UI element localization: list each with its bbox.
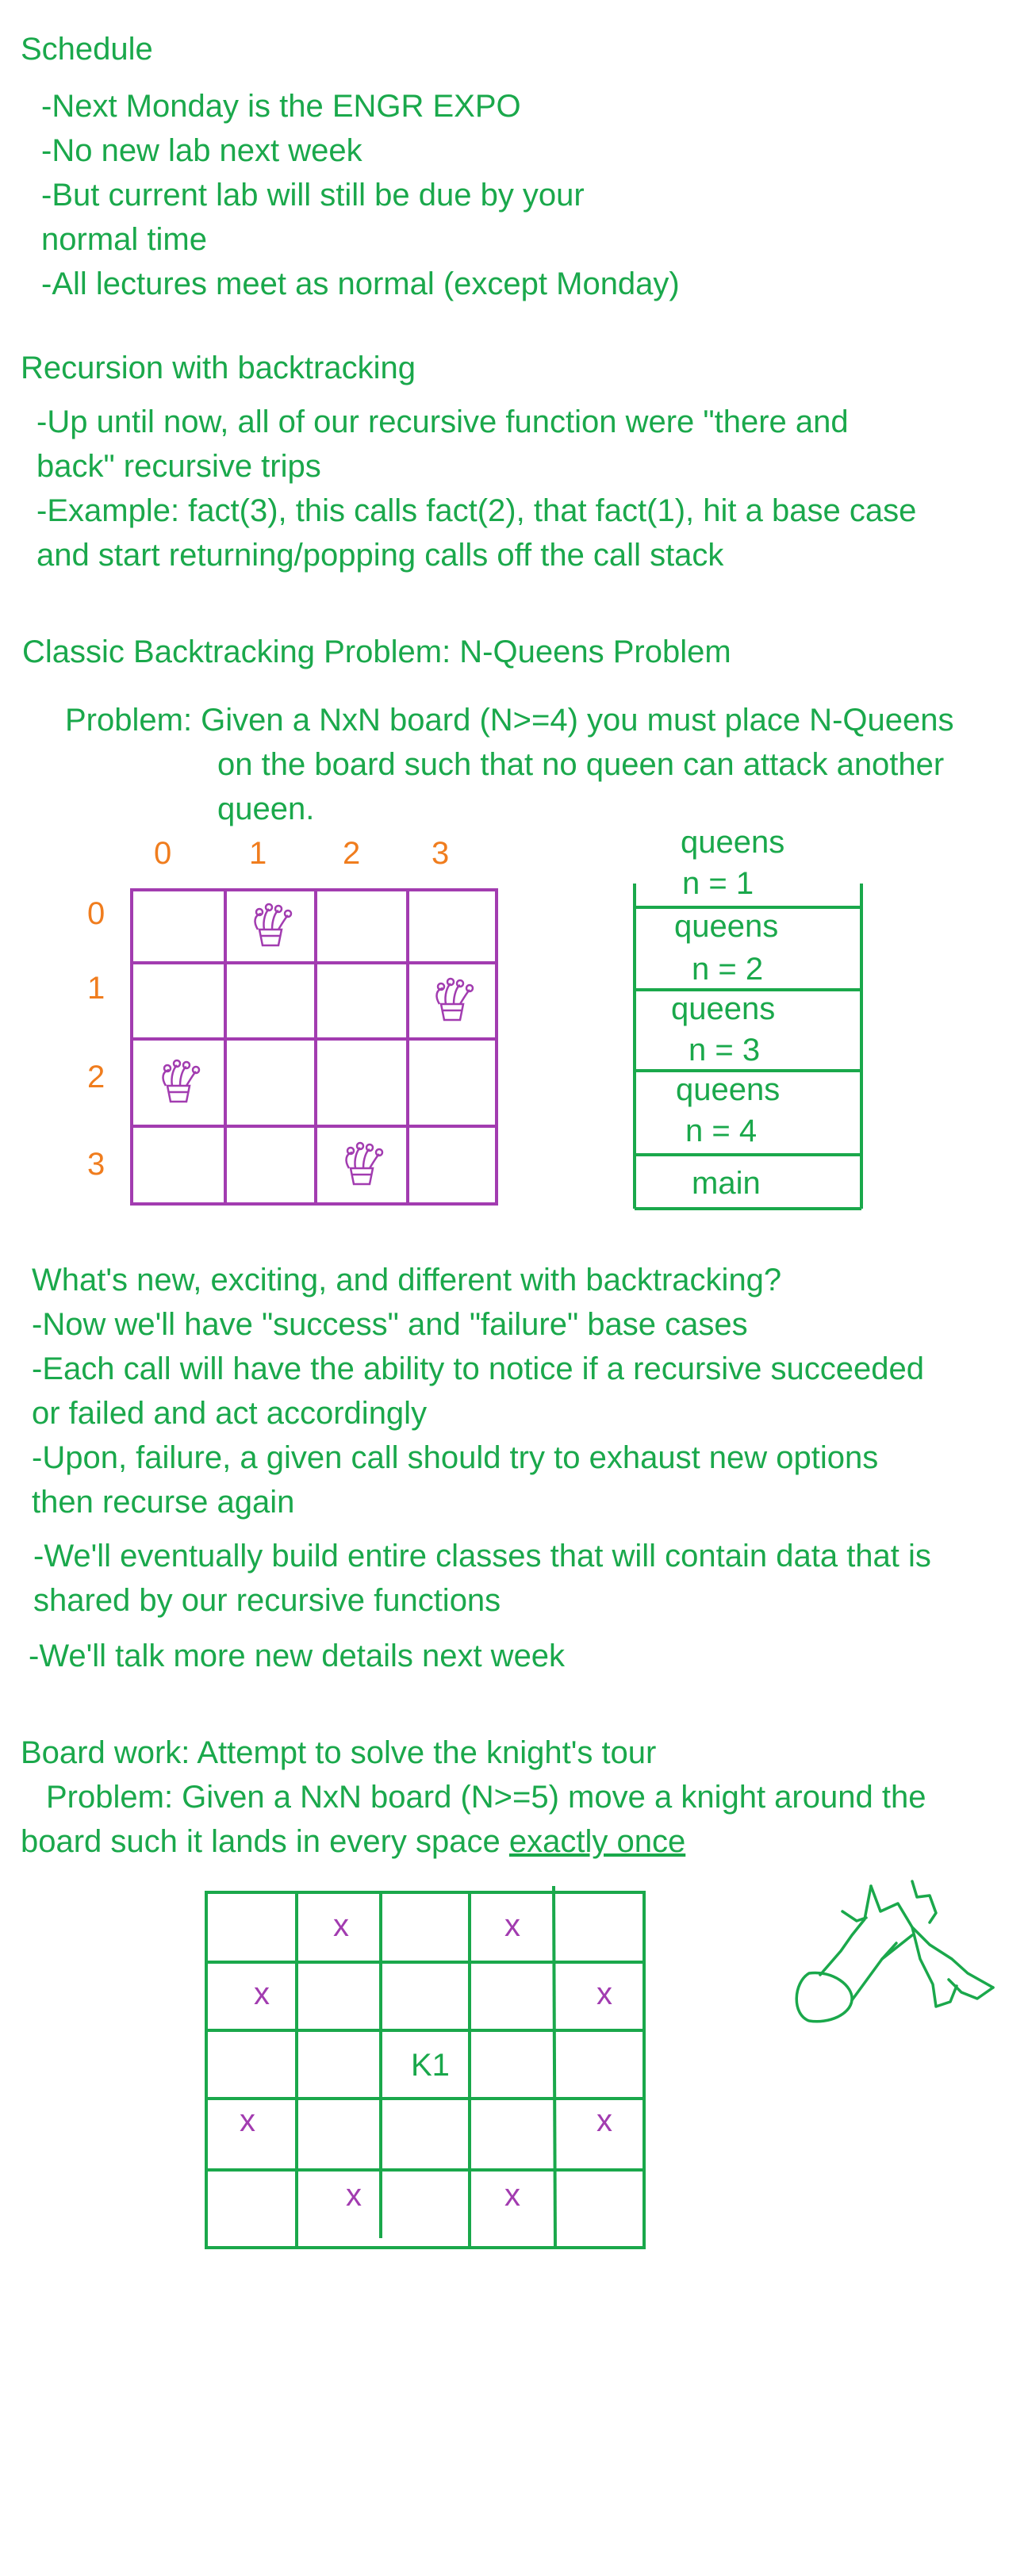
stack-frame-2-name: queens bbox=[674, 909, 779, 944]
stack-frame-1-arg: n = 1 bbox=[682, 866, 754, 901]
queen-icon bbox=[435, 977, 474, 1022]
recursion-line-3: -Example: fact(3), this calls fact(2), t… bbox=[36, 493, 917, 528]
row-label-2: 2 bbox=[87, 1060, 105, 1094]
knight-move-mark: x bbox=[504, 2178, 520, 2213]
stack-frame-3-name: queens bbox=[671, 991, 776, 1026]
whats-new-line-7: -We'll eventually build entire classes t… bbox=[33, 1539, 931, 1574]
recursion-line-2: back" recursive trips bbox=[36, 449, 321, 484]
whats-new-line-5: -Upon, failure, a given call should try … bbox=[32, 1440, 879, 1475]
schedule-line-1: -Next Monday is the ENGR EXPO bbox=[41, 89, 521, 124]
whats-new-line-9: -We'll talk more new details next week bbox=[29, 1639, 566, 1673]
stack-frame-2-arg: n = 2 bbox=[692, 952, 764, 987]
stack-frame-4-name: queens bbox=[676, 1072, 781, 1107]
schedule-line-2: -No new lab next week bbox=[41, 133, 362, 168]
knights-problem-underlined: exactly once bbox=[508, 1824, 686, 1859]
stack-frame-1-name: queens bbox=[681, 825, 785, 860]
row-label-0: 0 bbox=[87, 896, 105, 931]
knight-doodle-icon bbox=[795, 1880, 995, 2023]
knights-heading: Board work: Attempt to solve the knight'… bbox=[21, 1735, 657, 1770]
col-label-1: 1 bbox=[249, 836, 267, 871]
whats-new-line-8: shared by our recursive functions bbox=[33, 1583, 501, 1618]
knight-move-mark: x bbox=[504, 1908, 520, 1943]
nqueens-problem-line-2: on the board such that no queen can atta… bbox=[217, 747, 945, 782]
schedule-line-4: normal time bbox=[41, 222, 207, 257]
knights-problem-prefix: board such it lands in every space bbox=[21, 1824, 509, 1859]
schedule-line-5: -All lectures meet as normal (except Mon… bbox=[41, 266, 680, 301]
knights-problem-line-2: board such it lands in every space exact… bbox=[21, 1819, 685, 1864]
knight-start-label: K1 bbox=[411, 2048, 450, 2083]
knight-move-mark: x bbox=[596, 2103, 612, 2138]
stack-frame-3-arg: n = 3 bbox=[689, 1033, 761, 1068]
whats-new-line-3: -Each call will have the ability to noti… bbox=[32, 1351, 924, 1386]
nqueens-heading: Classic Backtracking Problem: N-Queens P… bbox=[22, 634, 731, 669]
knight-move-mark: x bbox=[596, 1976, 612, 2011]
whats-new-line-1: What's new, exciting, and different with… bbox=[32, 1263, 782, 1298]
whats-new-line-6: then recurse again bbox=[32, 1485, 295, 1520]
knight-move-mark: x bbox=[254, 1976, 270, 2011]
queen-icon bbox=[254, 903, 293, 947]
row-label-1: 1 bbox=[87, 971, 105, 1006]
knights-problem-line-1: Problem: Given a NxN board (N>=5) move a… bbox=[46, 1780, 926, 1815]
row-label-3: 3 bbox=[87, 1147, 105, 1182]
nqueens-problem-line-3: queen. bbox=[217, 792, 315, 826]
whats-new-line-4: or failed and act accordingly bbox=[32, 1396, 428, 1431]
recursion-line-1: -Up until now, all of our recursive func… bbox=[36, 404, 849, 439]
queen-icon bbox=[345, 1141, 384, 1186]
queens-board bbox=[130, 888, 498, 1206]
recursion-line-4: and start returning/popping calls off th… bbox=[36, 538, 724, 573]
stack-frame-4-arg: n = 4 bbox=[685, 1114, 758, 1148]
nqueens-problem-line-1: Problem: Given a NxN board (N>=4) you mu… bbox=[65, 703, 954, 738]
col-label-3: 3 bbox=[432, 836, 450, 871]
stack-frame-main: main bbox=[692, 1166, 761, 1201]
queen-icon bbox=[162, 1059, 201, 1103]
whats-new-line-2: -Now we'll have "success" and "failure" … bbox=[32, 1307, 748, 1342]
schedule-heading: Schedule bbox=[21, 32, 153, 67]
recursion-heading: Recursion with backtracking bbox=[21, 351, 416, 385]
queen-layer bbox=[162, 903, 474, 1186]
knight-move-mark: x bbox=[240, 2103, 255, 2138]
col-label-0: 0 bbox=[154, 836, 172, 871]
knight-move-mark: x bbox=[333, 1908, 349, 1943]
col-label-2: 2 bbox=[343, 836, 361, 871]
knight-move-mark: x bbox=[346, 2178, 362, 2213]
schedule-line-3: -But current lab will still be due by yo… bbox=[41, 178, 585, 213]
